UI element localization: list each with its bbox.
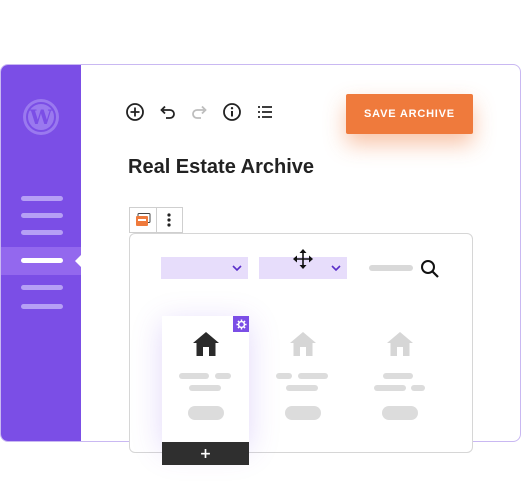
page-title: Real Estate Archive	[128, 156, 315, 178]
active-pointer	[75, 254, 82, 268]
text-placeholder	[189, 385, 221, 391]
save-archive-button[interactable]: SAVE ARCHIVE	[346, 94, 473, 134]
settings-gear-icon[interactable]	[233, 316, 249, 332]
search-field[interactable]	[369, 265, 413, 271]
text-placeholder	[286, 385, 318, 391]
sidebar-item-active[interactable]	[21, 258, 63, 263]
search-icon[interactable]	[420, 259, 440, 279]
add-circle-icon[interactable]	[124, 101, 146, 123]
chevron-down-icon	[331, 265, 341, 271]
move-cursor-icon	[293, 249, 313, 269]
button-placeholder	[285, 406, 321, 420]
house-icon	[387, 332, 413, 356]
text-placeholder	[411, 385, 425, 391]
sidebar-item[interactable]	[21, 213, 63, 218]
undo-icon[interactable]	[156, 101, 178, 123]
text-placeholder	[276, 373, 292, 379]
chevron-down-icon	[232, 265, 242, 271]
text-placeholder	[374, 385, 406, 391]
filter-select[interactable]	[161, 257, 248, 279]
sidebar-item[interactable]	[21, 304, 63, 309]
add-item-button[interactable]: +	[162, 442, 249, 465]
more-options-icon[interactable]	[155, 208, 183, 232]
button-placeholder	[382, 406, 418, 420]
sidebar-item[interactable]	[21, 285, 63, 290]
text-placeholder	[383, 373, 413, 379]
house-icon	[193, 332, 219, 356]
text-placeholder	[298, 373, 328, 379]
button-placeholder	[188, 406, 224, 420]
list-view-icon[interactable]	[254, 101, 276, 123]
text-placeholder	[215, 373, 231, 379]
block-toolbar	[129, 207, 183, 233]
wordpress-logo-icon[interactable]: W	[23, 99, 59, 135]
text-placeholder	[179, 373, 209, 379]
house-icon	[290, 332, 316, 356]
sidebar-item[interactable]	[21, 196, 63, 201]
archive-block-icon[interactable]	[130, 208, 156, 232]
sidebar: W	[1, 65, 82, 441]
sidebar-item[interactable]	[21, 230, 63, 235]
redo-icon[interactable]	[189, 101, 211, 123]
info-icon[interactable]	[221, 101, 243, 123]
